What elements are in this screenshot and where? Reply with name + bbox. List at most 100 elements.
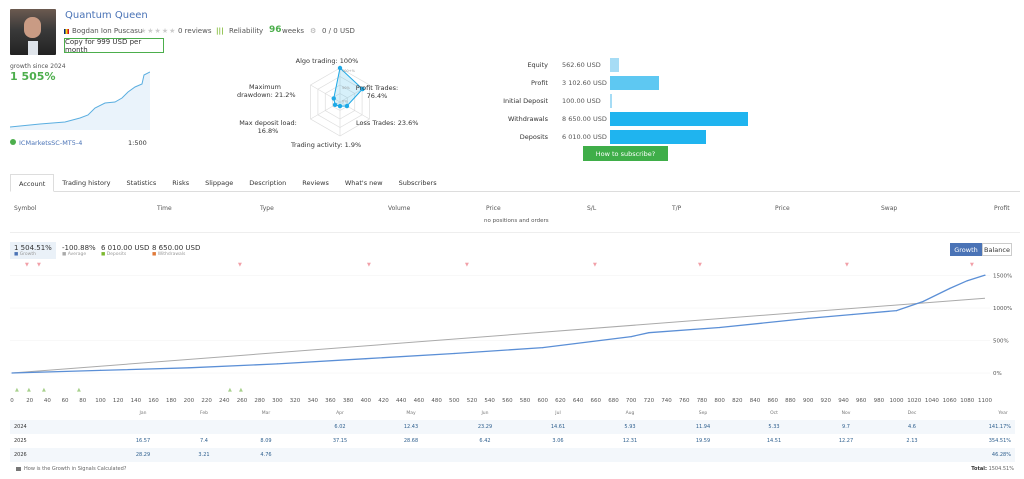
column-header: Profit bbox=[994, 205, 1010, 212]
month-value[interactable]: 28.29 bbox=[136, 452, 150, 458]
column-header: S/L bbox=[587, 205, 597, 212]
growth-toggle-button[interactable]: Growth bbox=[950, 243, 982, 256]
month-value[interactable]: 5.93 bbox=[624, 424, 635, 430]
radar-point-activity bbox=[337, 103, 343, 109]
month-value[interactable]: 12.43 bbox=[404, 424, 418, 430]
stat-label: ■ Growth bbox=[14, 252, 52, 257]
funds-icon: ⚙ bbox=[310, 27, 317, 35]
month-value[interactable]: 6.02 bbox=[334, 424, 345, 430]
y-tick-label: 500% bbox=[993, 339, 1009, 345]
month-value[interactable]: 19.59 bbox=[696, 438, 710, 444]
tab-risks[interactable]: Risks bbox=[164, 174, 197, 192]
year-total: 141.17% bbox=[988, 424, 1011, 430]
month-value[interactable]: 9.7 bbox=[842, 424, 850, 430]
year-label: 2024 bbox=[14, 424, 27, 430]
x-tick-label: 100 bbox=[95, 398, 106, 404]
tab-subscribers[interactable]: Subscribers bbox=[391, 174, 445, 192]
month-value[interactable]: 37.15 bbox=[333, 438, 347, 444]
y-tick-label: 1500% bbox=[993, 274, 1012, 280]
month-header: Feb bbox=[200, 411, 208, 416]
star-rating-icon: ★★★★★ bbox=[140, 27, 177, 35]
how-growth-calculated-link[interactable]: How is the Growth in Signals Calculated? bbox=[24, 466, 126, 472]
tab-statistics[interactable]: Statistics bbox=[119, 174, 165, 192]
finance-value: 100.00 USD bbox=[562, 97, 601, 105]
x-tick-label: 320 bbox=[289, 398, 301, 404]
month-value[interactable]: 5.33 bbox=[768, 424, 779, 430]
x-tick-label: 180 bbox=[165, 398, 177, 404]
radar-point-drawdown bbox=[331, 96, 336, 101]
radar-label-drawdown: Maximum drawdown: 21.2% bbox=[237, 83, 296, 99]
x-tick-label: 860 bbox=[767, 398, 778, 404]
radar-label-load: Max deposit load: 16.8% bbox=[239, 119, 297, 135]
x-tick-label: 820 bbox=[732, 398, 743, 404]
year-row: 2025 16.57 7.4 8.09 37.15 28.68 6.42 3.06 12.31 1… bbox=[10, 434, 1015, 448]
month-header: May bbox=[406, 411, 416, 416]
month-value[interactable]: 4.76 bbox=[260, 452, 271, 458]
month-value[interactable]: 7.4 bbox=[200, 438, 208, 444]
month-value[interactable]: 12.27 bbox=[839, 438, 853, 444]
how-to-subscribe-button[interactable]: How to subscribe? bbox=[583, 146, 668, 161]
x-tick-label: 980 bbox=[873, 398, 885, 404]
month-value[interactable]: 11.94 bbox=[696, 424, 710, 430]
withdrawal-marker-icon: ▼ bbox=[845, 262, 849, 268]
copy-button[interactable]: Copy for 999 USD per month bbox=[64, 38, 164, 54]
deposit-marker-icon: ▲ bbox=[27, 387, 31, 393]
column-header: Volume bbox=[388, 205, 411, 212]
no-positions-message: no positions and orders bbox=[484, 218, 549, 224]
withdrawal-marker-icon: ▼ bbox=[367, 262, 371, 268]
radar-point-loss bbox=[344, 103, 350, 109]
month-value[interactable]: 6.42 bbox=[479, 438, 490, 444]
finance-label: Initial Deposit bbox=[503, 97, 548, 105]
x-tick-label: 500 bbox=[449, 398, 460, 404]
stat-growth: 1 504.51% ■ Growth bbox=[10, 242, 56, 259]
month-value[interactable]: 3.06 bbox=[552, 438, 563, 444]
finance-bar bbox=[610, 58, 619, 72]
author-link[interactable]: Bogdan Ion Puscasu bbox=[72, 27, 142, 35]
tab-what-s-new[interactable]: What's new bbox=[337, 174, 391, 192]
stat-label: ■ Deposits bbox=[101, 252, 149, 257]
tab-description[interactable]: Description bbox=[241, 174, 294, 192]
withdrawal-marker-icon: ▼ bbox=[465, 262, 469, 268]
month-value[interactable]: 4.6 bbox=[908, 424, 916, 430]
balance-toggle-button[interactable]: Balance bbox=[982, 243, 1012, 256]
month-value[interactable]: 12.31 bbox=[623, 438, 637, 444]
page-title[interactable]: Quantum Queen bbox=[65, 10, 148, 21]
reliability-label: Reliability bbox=[229, 27, 264, 35]
growth-point bbox=[542, 347, 544, 349]
month-value[interactable]: 28.68 bbox=[404, 438, 418, 444]
withdrawal-marker-icon: ▼ bbox=[25, 262, 29, 268]
month-value[interactable]: 14.51 bbox=[767, 438, 781, 444]
weeks-label: weeks bbox=[282, 27, 305, 35]
month-header: Apr bbox=[336, 411, 344, 416]
reliability-icon: ||| bbox=[216, 27, 224, 35]
reviews-count[interactable]: 0 reviews bbox=[178, 27, 211, 35]
tab-trading-history[interactable]: Trading history bbox=[54, 174, 118, 192]
finance-value: 6 010.00 USD bbox=[562, 133, 607, 141]
mini-growth-chart bbox=[10, 71, 150, 130]
growth-since-label: growth since 2024 bbox=[10, 63, 66, 70]
x-tick-label: 1000 bbox=[889, 398, 904, 404]
month-value[interactable]: 14.61 bbox=[551, 424, 565, 430]
month-value[interactable]: 16.57 bbox=[136, 438, 150, 444]
growth-point bbox=[807, 317, 809, 319]
x-tick-label: 760 bbox=[679, 398, 690, 404]
tab-slippage[interactable]: Slippage bbox=[197, 174, 241, 192]
tab-account[interactable]: Account bbox=[10, 174, 55, 192]
flag-icon bbox=[64, 29, 69, 34]
month-value[interactable]: 8.09 bbox=[260, 438, 271, 444]
deposit-marker-icon: ▲ bbox=[239, 387, 243, 393]
month-value[interactable]: 23.29 bbox=[478, 424, 492, 430]
growth-point bbox=[365, 358, 367, 360]
month-value[interactable]: 3.21 bbox=[198, 452, 209, 458]
withdrawal-marker-icon: ▼ bbox=[593, 262, 597, 268]
month-header: Jan bbox=[139, 411, 147, 416]
x-tick-label: 240 bbox=[219, 398, 230, 404]
x-tick-label: 1100 bbox=[978, 398, 992, 404]
column-header: T/P bbox=[672, 205, 682, 212]
total-value: 1504.51% bbox=[988, 466, 1014, 472]
radar-label-activity: Trading activity: 1.9% bbox=[291, 141, 362, 149]
broker-link[interactable]: ICMarketsSC-MT5-4 bbox=[19, 139, 82, 147]
weeks-value: 96 bbox=[269, 25, 282, 35]
month-value[interactable]: 2.13 bbox=[906, 438, 917, 444]
tab-reviews[interactable]: Reviews bbox=[294, 174, 337, 192]
